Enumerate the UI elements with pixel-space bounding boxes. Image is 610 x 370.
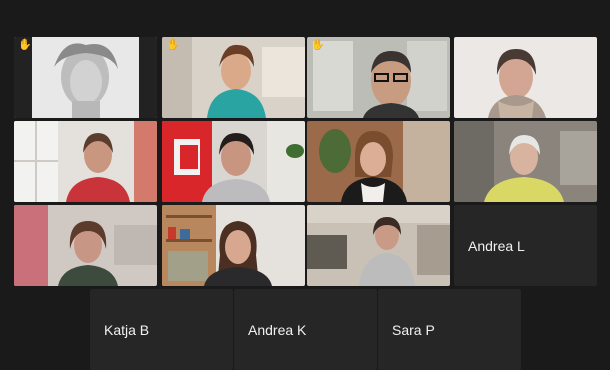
participant-video bbox=[14, 37, 157, 118]
participant-tile-9[interactable] bbox=[14, 205, 157, 286]
raised-hand-icon: ✋ bbox=[166, 39, 180, 51]
participant-video bbox=[14, 121, 157, 202]
participant-name: Andrea L bbox=[468, 237, 525, 254]
participant-video bbox=[162, 121, 305, 202]
participant-video bbox=[162, 205, 305, 286]
participant-video bbox=[307, 121, 450, 202]
participant-name: Sara P bbox=[392, 321, 435, 338]
participant-name: Andrea K bbox=[248, 321, 307, 338]
raised-hand-icon: ✋ bbox=[18, 39, 32, 51]
participant-video bbox=[454, 37, 597, 118]
participant-tile-5[interactable] bbox=[14, 121, 157, 202]
raised-hand-icon: ✋ bbox=[311, 39, 325, 51]
participant-tile-4[interactable] bbox=[454, 37, 597, 118]
participant-name: Katja B bbox=[104, 321, 150, 338]
participant-video bbox=[307, 37, 450, 118]
participant-tile-1[interactable]: ✋ bbox=[14, 37, 157, 118]
participant-tile-11[interactable] bbox=[307, 205, 450, 286]
participant-tile-andrea-l[interactable]: Andrea L bbox=[454, 205, 597, 286]
participant-tile-7[interactable] bbox=[307, 121, 450, 202]
participant-video bbox=[162, 37, 305, 118]
participant-tile-10[interactable] bbox=[162, 205, 305, 286]
participant-tile-6[interactable] bbox=[162, 121, 305, 202]
participant-tile-2[interactable]: ✋ bbox=[162, 37, 305, 118]
participant-video bbox=[307, 205, 450, 286]
participant-tile-8[interactable] bbox=[454, 121, 597, 202]
participant-video bbox=[454, 121, 597, 202]
participant-video bbox=[14, 205, 157, 286]
participant-tile-3[interactable]: ✋ bbox=[307, 37, 450, 118]
